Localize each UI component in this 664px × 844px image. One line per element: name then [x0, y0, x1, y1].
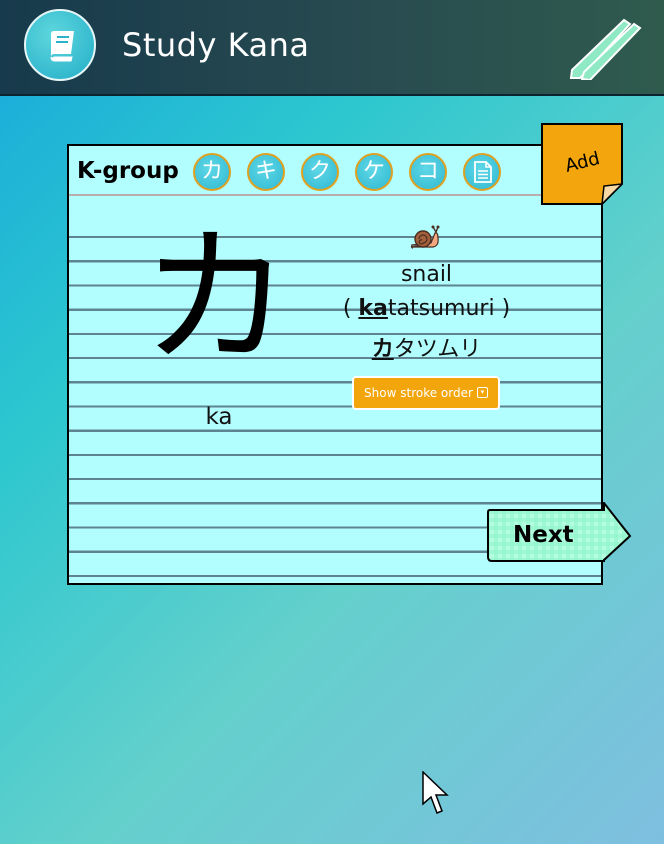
app-title: Study Kana	[122, 26, 310, 64]
document-icon	[474, 161, 492, 183]
reading-highlight: ka	[358, 296, 388, 321]
katakana-rest: タツムリ	[393, 337, 482, 362]
chevron-down-icon: ▾	[476, 387, 488, 398]
book-icon	[50, 31, 74, 62]
katakana-word: カタツムリ	[299, 331, 554, 363]
kana-button-ku[interactable]: ク	[301, 153, 339, 191]
kana-button-ko[interactable]: コ	[409, 153, 447, 191]
romaji-reading: ( katatsumuri )	[299, 296, 554, 321]
show-stroke-order-button[interactable]: Show stroke order ▾	[352, 376, 500, 410]
stroke-order-label: Show stroke order	[364, 386, 473, 400]
pencils-icon[interactable]	[566, 16, 642, 80]
paren-open: (	[342, 296, 359, 321]
romaji-label: ka	[205, 404, 233, 430]
list-button[interactable]	[463, 153, 501, 191]
group-title: K-group	[77, 158, 179, 184]
next-label[interactable]: Next	[513, 522, 574, 548]
paren-close: )	[494, 296, 511, 321]
kana-button-ke[interactable]: ケ	[355, 153, 393, 191]
english-word: snail	[400, 262, 453, 287]
katakana-highlight: カ	[371, 337, 394, 362]
snail-icon	[410, 225, 440, 249]
cursor-icon	[422, 771, 449, 814]
card-toolbar: K-group カ キ ク ケ コ	[69, 146, 601, 196]
kana-button-ki[interactable]: キ	[247, 153, 285, 191]
current-kana: カ	[141, 212, 292, 386]
kana-button-ka[interactable]: カ	[193, 153, 231, 191]
app-header: Study Kana	[0, 0, 664, 96]
logo[interactable]	[24, 9, 96, 81]
reading-rest: tatsumuri	[387, 296, 495, 321]
